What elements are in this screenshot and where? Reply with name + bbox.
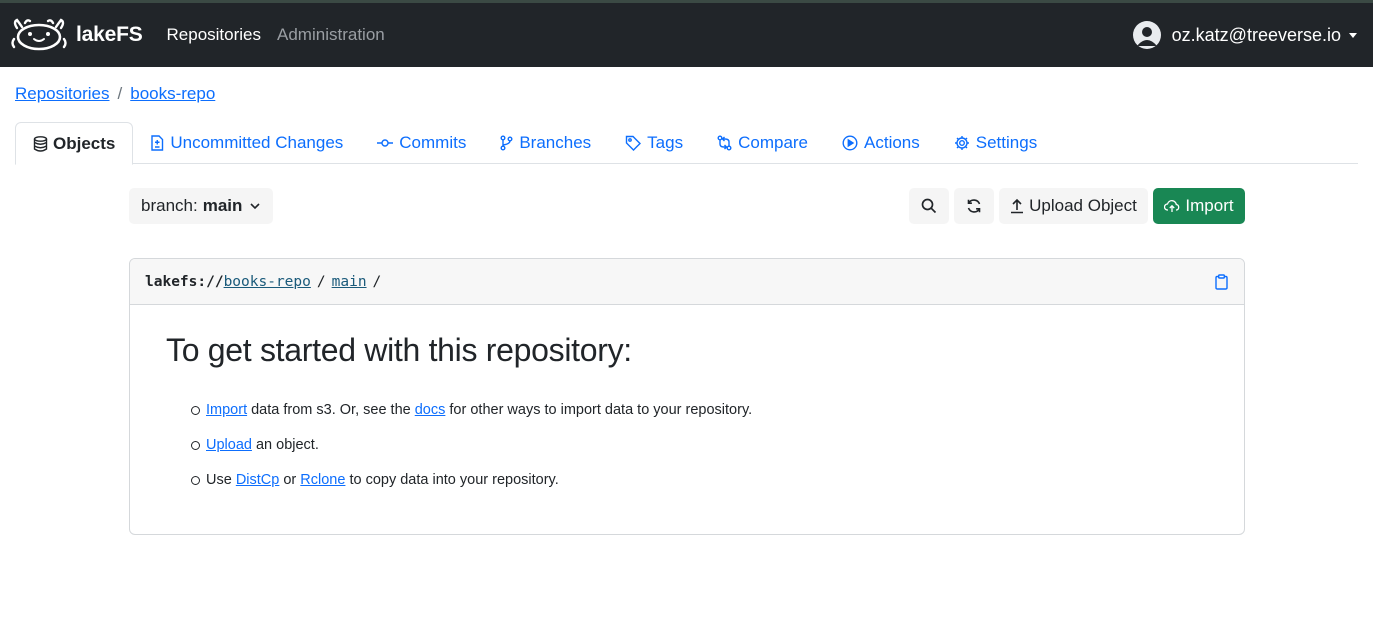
tab-label: Compare: [738, 133, 809, 152]
breadcrumb: Repositories / books-repo: [15, 84, 215, 104]
file-diff-icon: [151, 135, 164, 151]
play-icon: [842, 135, 858, 151]
breadcrumb-separator: /: [117, 84, 123, 103]
tab-commits[interactable]: Commits: [360, 122, 483, 164]
rclone-link[interactable]: Rclone: [300, 472, 345, 488]
list-text: for other ways to import data to your re…: [445, 402, 753, 418]
gear-icon: [954, 136, 969, 150]
avatar: [1132, 21, 1161, 49]
brand[interactable]: lakeFS: [11, 18, 143, 52]
path-ref-link[interactable]: main: [332, 274, 367, 290]
upload-object-button[interactable]: Upload Object: [999, 188, 1148, 224]
repo-tabs: Objects Uncommitted Changes Commits Bran…: [15, 122, 1358, 165]
caret-down-icon: [1349, 32, 1357, 38]
brand-name: lakeFS: [76, 23, 143, 46]
getting-started-title: To get started with this repository:: [166, 332, 632, 368]
branch-prefix: branch:: [141, 196, 198, 215]
database-icon: [33, 135, 48, 152]
tab-label: Objects: [53, 133, 116, 153]
list-text: or: [279, 472, 301, 488]
getting-started-list: Import data from s3. Or, see the docs fo…: [191, 401, 1208, 489]
list-item: Import data from s3. Or, see the docs fo…: [191, 401, 1208, 419]
path-protocol: lakefs://: [145, 273, 224, 290]
git-branch-icon: [500, 135, 513, 151]
tab-uncommitted-changes[interactable]: Uncommitted Changes: [133, 122, 360, 164]
upload-object-label: Upload Object: [1029, 196, 1137, 215]
list-text: an object.: [251, 437, 319, 453]
cloud-upload-icon: [1164, 200, 1180, 212]
path-separator: /: [316, 273, 326, 290]
branch-name: main: [202, 196, 243, 215]
tab-label: Settings: [975, 133, 1038, 152]
nav-repositories[interactable]: Repositories: [167, 25, 262, 45]
tab-tags[interactable]: Tags: [608, 122, 700, 164]
breadcrumb-repo-link[interactable]: books-repo: [130, 84, 215, 104]
tab-compare[interactable]: Compare: [700, 122, 825, 164]
tab-label: Commits: [399, 133, 467, 152]
tab-label: Tags: [647, 133, 684, 152]
list-text: data from s3. Or, see the: [247, 402, 415, 418]
import-label: Import: [1185, 196, 1234, 215]
copy-path-button[interactable]: [1215, 274, 1228, 294]
refresh-icon: [967, 199, 981, 213]
tag-icon: [625, 135, 642, 151]
distcp-link[interactable]: DistCp: [236, 472, 280, 488]
axolotl-logo-icon: [11, 18, 67, 51]
tab-label: Branches: [519, 133, 592, 152]
tab-branches[interactable]: Branches: [483, 122, 608, 164]
list-text: to copy data into your repository.: [345, 472, 559, 488]
upload-icon: [1011, 198, 1024, 214]
branch-selector[interactable]: branch: main: [129, 188, 274, 224]
import-button[interactable]: Import: [1153, 188, 1245, 224]
path-separator: /: [372, 273, 382, 290]
tab-settings[interactable]: Settings: [937, 122, 1054, 164]
list-text: Use: [206, 472, 236, 488]
user-icon: [1136, 27, 1157, 46]
git-commit-icon: [377, 139, 394, 147]
user-menu[interactable]: oz.katz@treeverse.io: [1132, 3, 1357, 67]
list-item: Use DistCp or Rclone to copy data into y…: [191, 471, 1208, 489]
user-email: oz.katz@treeverse.io: [1171, 24, 1341, 45]
clipboard-icon: [1215, 274, 1228, 290]
repository-card: lakefs:// books-repo / main / To get sta…: [129, 258, 1245, 535]
nav-administration[interactable]: Administration: [277, 25, 385, 45]
import-link[interactable]: Import: [206, 402, 247, 418]
refresh-button[interactable]: [954, 188, 994, 224]
chevron-down-icon: [250, 203, 260, 210]
upload-link[interactable]: Upload: [206, 437, 252, 453]
search-icon: [921, 198, 937, 214]
git-compare-icon: [717, 135, 732, 151]
path-repo-link[interactable]: books-repo: [224, 274, 311, 290]
list-item: Upload an object.: [191, 436, 1208, 454]
tab-actions[interactable]: Actions: [825, 122, 937, 164]
tab-label: Actions: [864, 133, 920, 152]
top-navbar: lakeFS Repositories Administration oz.ka…: [0, 0, 1373, 67]
tab-label: Uncommitted Changes: [170, 133, 344, 152]
docs-link[interactable]: docs: [415, 402, 446, 418]
tab-objects[interactable]: Objects: [15, 122, 134, 165]
breadcrumb-repositories-link[interactable]: Repositories: [15, 84, 110, 104]
search-button[interactable]: [909, 188, 949, 224]
path-bar: lakefs:// books-repo / main /: [130, 259, 1244, 305]
